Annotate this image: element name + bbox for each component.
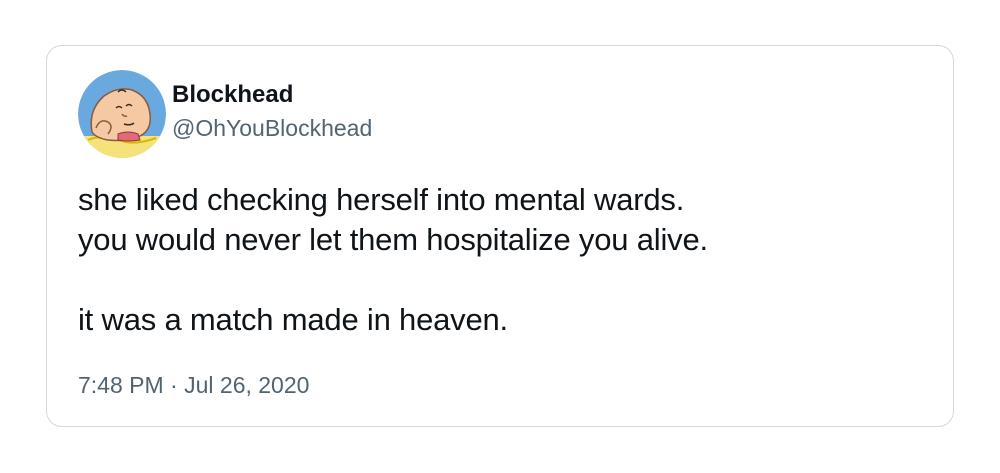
author-display-name[interactable]: Blockhead [172, 80, 372, 110]
meta-separator: · [170, 372, 178, 398]
tweet-text-line: you would never let them hospitalize you… [78, 222, 708, 257]
tweet-date[interactable]: Jul 26, 2020 [184, 372, 309, 398]
tweet-card[interactable]: Blockhead @OhYouBlockhead she liked chec… [46, 45, 954, 427]
tweet-text: she liked checking herself into mental w… [78, 180, 938, 340]
author-handle[interactable]: @OhYouBlockhead [172, 114, 372, 142]
tweet-text-line-blank [78, 260, 938, 300]
tweet-timestamp[interactable]: 7:48 PM · Jul 26, 2020 [78, 371, 309, 399]
tweet-time[interactable]: 7:48 PM [78, 372, 164, 398]
author-block[interactable]: Blockhead @OhYouBlockhead [172, 80, 372, 142]
tweet-text-line: she liked checking herself into mental w… [78, 182, 685, 217]
charlie-brown-avatar-icon[interactable] [78, 70, 166, 158]
tweet-text-line: it was a match made in heaven. [78, 302, 508, 337]
